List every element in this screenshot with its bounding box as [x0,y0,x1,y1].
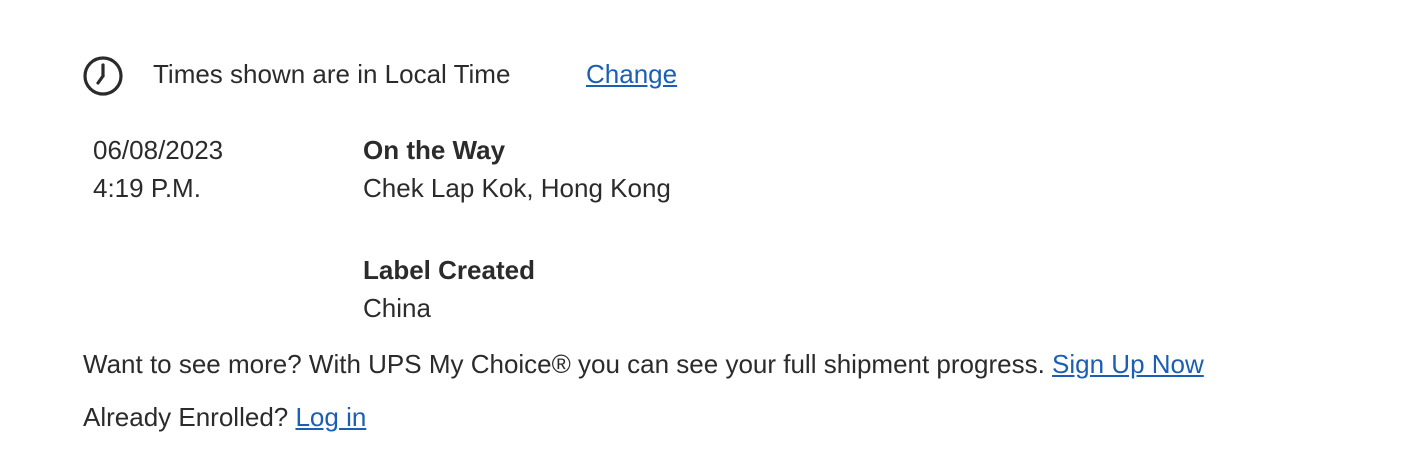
my-choice-promo: Want to see more? With UPS My Choice® yo… [83,345,1204,383]
event-date: 06/08/2023 [93,135,224,165]
promo-text: Want to see more? With UPS My Choice® yo… [83,349,1045,379]
event-datetime: 06/08/2023 4:19 P.M. [93,131,223,207]
clock-icon [82,55,124,97]
event-detail: Label Created China [363,251,535,327]
event-location: Chek Lap Kok, Hong Kong [363,173,671,203]
login-link[interactable]: Log in [295,402,366,432]
enrolled-text: Already Enrolled? [83,402,289,432]
event-location: China [363,293,431,323]
sign-up-link[interactable]: Sign Up Now [1052,349,1204,379]
event-time: 4:19 P.M. [93,173,201,203]
event-status: On the Way [363,135,506,165]
event-status: Label Created [363,255,535,285]
already-enrolled: Already Enrolled? Log in [83,398,366,436]
timezone-text: Times shown are in Local Time [153,59,511,89]
change-timezone-link[interactable]: Change [586,59,677,90]
timezone-notice: Times shown are in Local Time Change [82,55,677,97]
event-detail: On the Way Chek Lap Kok, Hong Kong [363,131,671,207]
